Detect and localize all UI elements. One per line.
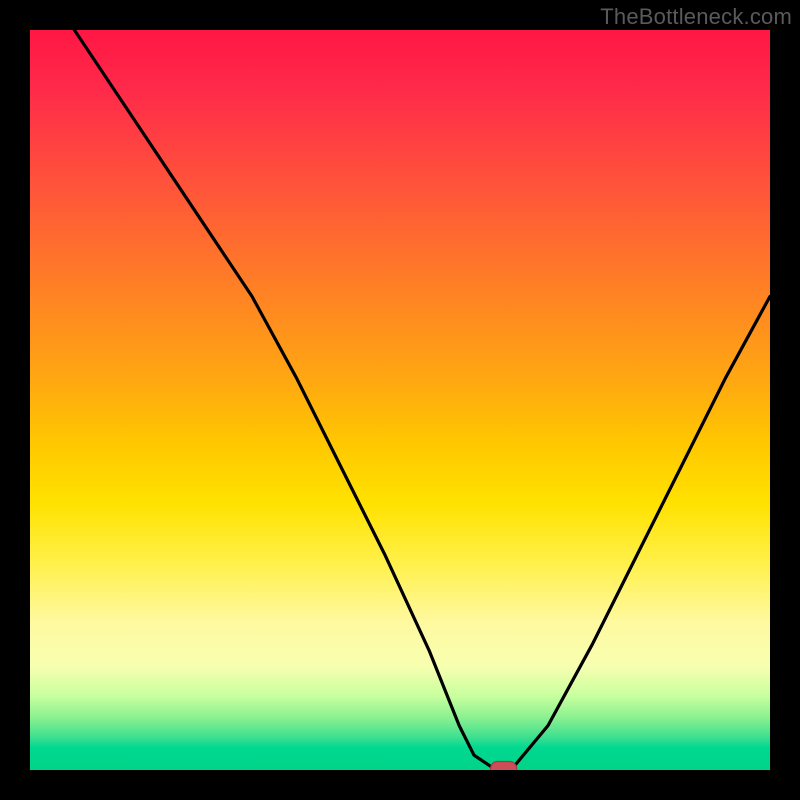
bottleneck-curve xyxy=(74,30,770,770)
plot-gradient-background xyxy=(30,30,770,770)
plot-svg xyxy=(30,30,770,770)
chart-frame: TheBottleneck.com xyxy=(0,0,800,800)
minimum-marker xyxy=(491,762,517,771)
watermark-text: TheBottleneck.com xyxy=(600,4,792,30)
